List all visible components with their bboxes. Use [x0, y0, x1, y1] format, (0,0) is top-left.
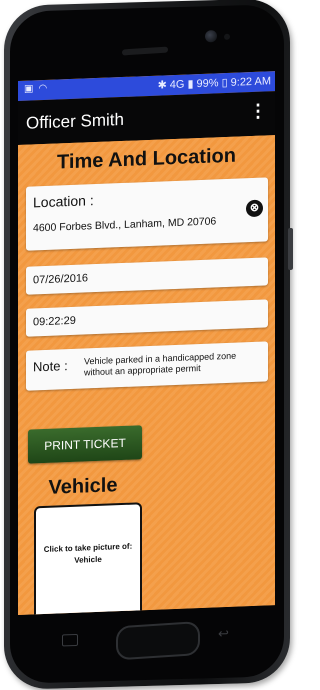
- image-icon: ▣: [24, 83, 34, 95]
- location-value[interactable]: 4600 Forbes Blvd., Lanham, MD 20706: [33, 215, 216, 234]
- note-label: Note :: [33, 358, 68, 375]
- home-button[interactable]: [116, 621, 200, 661]
- date-value: 07/26/2016: [33, 272, 89, 287]
- power-button: [288, 227, 293, 271]
- recent-apps-key[interactable]: [62, 633, 78, 647]
- section-title-time-location: Time And Location: [57, 144, 236, 174]
- overflow-menu-icon[interactable]: ⋮: [249, 100, 267, 121]
- photo-prompt: Click to take picture of: Vehicle: [40, 540, 136, 568]
- phone-screen: ▣ ◠ ✱ 4G ▮ 99% ▯ 9:22 AM Officer Smith ⋮: [18, 71, 275, 615]
- note-field[interactable]: Note : Vehicle parked in a handicapped z…: [26, 341, 268, 391]
- date-field[interactable]: 07/26/2016: [26, 257, 268, 295]
- signal-icon: ▮: [187, 78, 194, 91]
- app-title: Officer Smith: [26, 109, 124, 133]
- section-title-vehicle: Vehicle: [48, 474, 118, 499]
- status-left-icons: ▣ ◠: [24, 83, 47, 95]
- network-type: 4G: [169, 78, 185, 91]
- status-time: 9:22 AM: [230, 74, 271, 89]
- time-field[interactable]: 09:22:29: [26, 299, 268, 337]
- note-value: Vehicle parked in a handicapped zone wit…: [84, 350, 237, 378]
- battery-icon: ▯: [221, 76, 228, 90]
- phone-device: ↩ ▣ ◠ ✱ 4G ▮ 99% ▯ 9:22 AM Officer Smith…: [4, 0, 293, 690]
- back-key-icon[interactable]: ↩: [218, 626, 234, 641]
- time-value: 09:22:29: [33, 314, 76, 329]
- status-right: ✱ 4G ▮ 99% ▯ 9:22 AM: [157, 74, 271, 92]
- vehicle-photo-capture[interactable]: Click to take picture of: Vehicle: [34, 502, 142, 615]
- print-ticket-button[interactable]: PRINT TICKET: [28, 425, 142, 464]
- location-card[interactable]: Location : 4600 Forbes Blvd., Lanham, MD…: [26, 177, 268, 251]
- clear-location-icon[interactable]: ⊗: [246, 199, 263, 218]
- phone-scene: ↩ ▣ ◠ ✱ 4G ▮ 99% ▯ 9:22 AM Officer Smith…: [0, 0, 300, 690]
- location-label: Location :: [33, 192, 94, 211]
- wifi-icon: ◠: [38, 82, 48, 95]
- battery-percent: 99%: [196, 76, 219, 90]
- content-area: Time And Location Location : 4600 Forbes…: [18, 135, 275, 615]
- bluetooth-icon: ✱: [157, 79, 167, 92]
